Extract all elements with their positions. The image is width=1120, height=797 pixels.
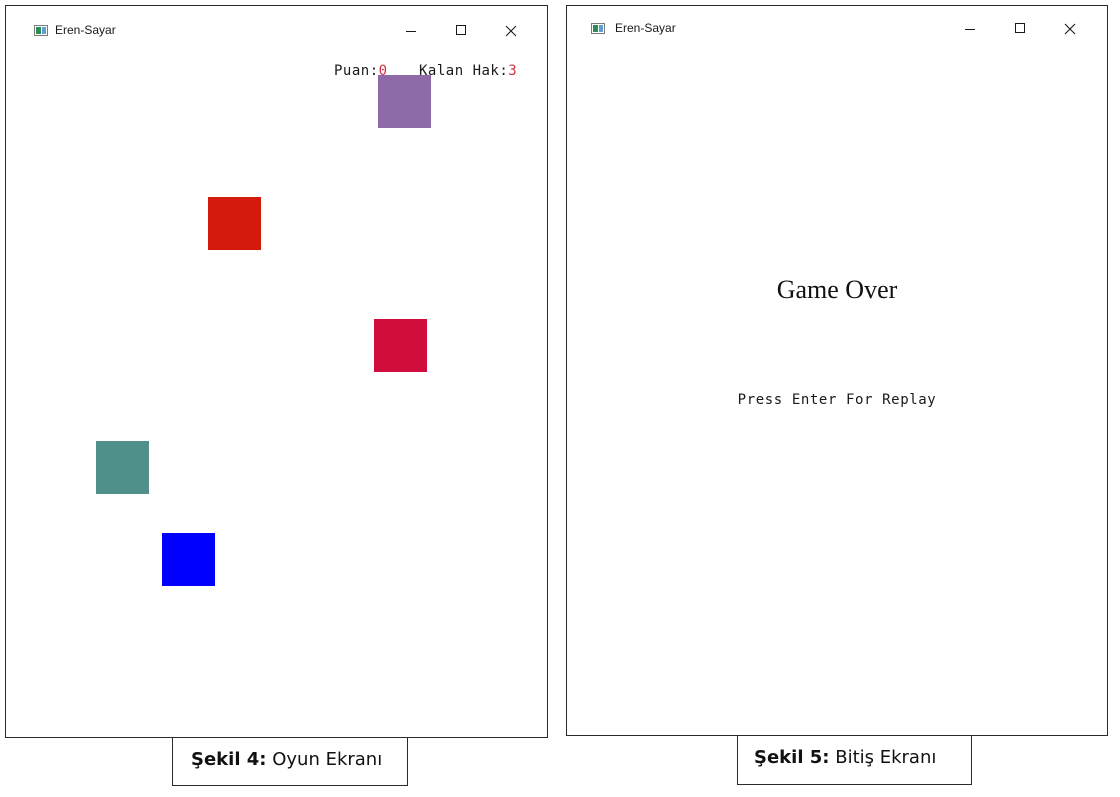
- blue-square[interactable]: [162, 533, 215, 586]
- caption-text: Bitiş Ekranı: [835, 747, 937, 768]
- maximize-button[interactable]: [446, 18, 476, 44]
- game-over-heading: Game Over: [776, 275, 898, 304]
- red-square[interactable]: [208, 197, 261, 250]
- app-window-icon: [591, 23, 605, 34]
- minimize-icon: [965, 29, 975, 30]
- maximize-button[interactable]: [1005, 16, 1035, 42]
- game-window: Eren-Sayar Puan:0 Kalan Hak:3: [5, 5, 548, 738]
- game-over-window: Eren-Sayar Game Over Press Enter For Rep…: [566, 5, 1108, 736]
- game-canvas[interactable]: Puan:0 Kalan Hak:3: [6, 54, 547, 737]
- app-window-icon: [34, 25, 48, 36]
- lives-display: Kalan Hak:3: [419, 63, 517, 79]
- score-label: Puan:: [334, 63, 379, 79]
- maximize-icon: [456, 25, 466, 35]
- window-title: Eren-Sayar: [615, 21, 676, 35]
- figure-caption-5: Şekil 5: Bitiş Ekranı: [737, 735, 972, 785]
- close-button[interactable]: [496, 18, 526, 44]
- minimize-button[interactable]: [396, 18, 426, 44]
- maximize-icon: [1015, 23, 1025, 33]
- teal-square[interactable]: [96, 441, 149, 494]
- close-icon: [1064, 23, 1076, 35]
- minimize-icon: [406, 31, 416, 32]
- game-over-canvas[interactable]: Game Over Press Enter For Replay: [567, 52, 1107, 735]
- title-bar[interactable]: Eren-Sayar: [6, 6, 547, 54]
- caption-label: Şekil 5:: [754, 747, 830, 768]
- crimson-square[interactable]: [374, 319, 427, 372]
- title-bar[interactable]: Eren-Sayar: [567, 6, 1107, 54]
- replay-hint: Press Enter For Replay: [737, 392, 937, 408]
- lives-label: Kalan Hak:: [419, 63, 509, 79]
- window-title: Eren-Sayar: [55, 23, 116, 37]
- close-icon: [505, 25, 517, 37]
- caption-label: Şekil 4:: [191, 749, 267, 770]
- close-button[interactable]: [1055, 16, 1085, 42]
- figure-caption-4: Şekil 4: Oyun Ekranı: [172, 737, 408, 786]
- minimize-button[interactable]: [955, 16, 985, 42]
- purple-square[interactable]: [378, 75, 431, 128]
- lives-value: 3: [508, 63, 518, 79]
- caption-text: Oyun Ekranı: [272, 749, 383, 770]
